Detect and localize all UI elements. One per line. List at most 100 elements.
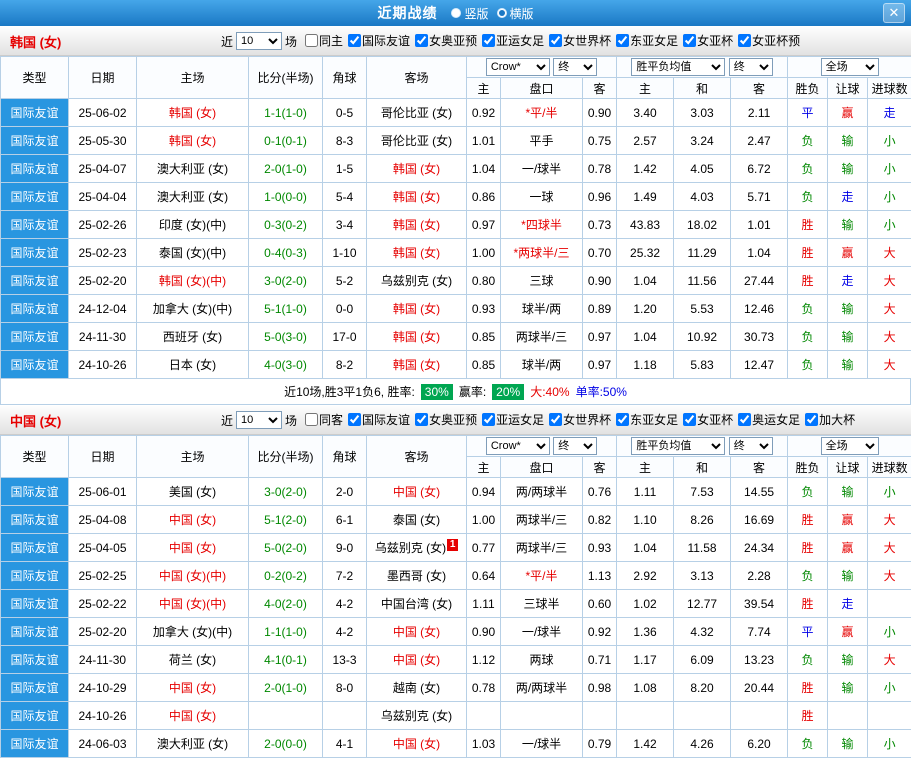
avg-away-cell: 13.23 <box>731 646 788 674</box>
score-cell: 1-0(0-0) <box>249 183 323 211</box>
filter-option[interactable]: 奥运女足 <box>738 411 800 428</box>
fulltime-select[interactable]: 全场 <box>821 437 879 455</box>
result-cell: 负 <box>788 183 828 211</box>
filter-option[interactable]: 亚运女足 <box>482 411 544 428</box>
handicap-cell: 一/球半 <box>501 618 583 646</box>
filter-checkbox[interactable] <box>616 413 629 426</box>
match-date: 25-02-20 <box>69 618 137 646</box>
col-header-date: 日期 <box>69 57 137 99</box>
match-type-cell: 国际友谊 <box>1 323 69 351</box>
avg-home-cell: 1.20 <box>617 295 674 323</box>
away-team: 韩国 (女) <box>367 351 467 379</box>
odds-final-select[interactable]: 终 <box>553 58 597 76</box>
handicap-result-cell: 输 <box>828 478 868 506</box>
filter-option[interactable]: 国际友谊 <box>348 32 410 49</box>
filter-option[interactable]: 女亚杯 <box>683 32 733 49</box>
handicap-result-cell: 走 <box>828 267 868 295</box>
filter-option[interactable]: 东亚女足 <box>616 411 678 428</box>
filter-checkbox[interactable] <box>482 34 495 47</box>
odds-group-header: Crow* 终 <box>467 57 617 78</box>
corner-cell: 9-0 <box>323 534 367 562</box>
match-row: 国际友谊 25-02-20 韩国 (女)(中) 3-0(2-0) 5-2 乌兹别… <box>1 267 911 295</box>
avg-draw-cell: 8.20 <box>674 674 731 702</box>
match-date: 25-04-04 <box>69 183 137 211</box>
filter-option[interactable]: 女奥亚预 <box>415 411 477 428</box>
home-team: 中国 (女)(中) <box>137 562 249 590</box>
layout-horizontal-option[interactable]: 横版 <box>497 5 534 22</box>
filter-option[interactable]: 加大杯 <box>805 411 855 428</box>
filter-option[interactable]: 女亚杯 <box>683 411 733 428</box>
match-type-cell: 国际友谊 <box>1 183 69 211</box>
odds-home-cell: 0.78 <box>467 674 501 702</box>
odds-company-select[interactable]: Crow* <box>486 58 550 76</box>
filter-option[interactable]: 国际友谊 <box>348 411 410 428</box>
away-team: 泰国 (女) <box>367 506 467 534</box>
filter-checkbox[interactable] <box>683 34 696 47</box>
corner-cell: 13-3 <box>323 646 367 674</box>
filter-option[interactable]: 同客 <box>305 411 343 428</box>
match-row: 国际友谊 25-04-04 澳大利亚 (女) 1-0(0-0) 5-4 韩国 (… <box>1 183 911 211</box>
avg-final-select[interactable]: 终 <box>729 437 773 455</box>
filter-option[interactable]: 亚运女足 <box>482 32 544 49</box>
home-team: 美国 (女) <box>137 478 249 506</box>
odds-final-select[interactable]: 终 <box>553 437 597 455</box>
home-team: 中国 (女) <box>137 506 249 534</box>
corner-cell: 4-1 <box>323 730 367 758</box>
score-cell: 0-3(0-2) <box>249 211 323 239</box>
handicap-result-cell: 输 <box>828 562 868 590</box>
filter-option[interactable]: 女奥亚预 <box>415 32 477 49</box>
filter-option[interactable]: 女亚杯预 <box>738 32 800 49</box>
filter-checkbox[interactable] <box>805 413 818 426</box>
filter-option[interactable]: 女世界杯 <box>549 411 611 428</box>
odds-away-cell: 0.70 <box>583 239 617 267</box>
odds-away-cell: 0.97 <box>583 323 617 351</box>
corner-cell: 0-0 <box>323 295 367 323</box>
filter-checkbox[interactable] <box>348 413 361 426</box>
odds-home-cell: 1.01 <box>467 127 501 155</box>
match-row: 国际友谊 24-11-30 西班牙 (女) 5-0(3-0) 17-0 韩国 (… <box>1 323 911 351</box>
col-header-avg-home: 主 <box>617 78 674 99</box>
team-title: 韩国 (女) <box>0 32 218 51</box>
match-type-cell: 国际友谊 <box>1 646 69 674</box>
filter-option[interactable]: 同主 <box>305 32 343 49</box>
filter-checkbox[interactable] <box>683 413 696 426</box>
filter-option[interactable]: 女世界杯 <box>549 32 611 49</box>
filter-checkbox[interactable] <box>616 34 629 47</box>
filter-checkbox[interactable] <box>415 413 428 426</box>
filter-checkbox[interactable] <box>348 34 361 47</box>
avg-final-select[interactable]: 终 <box>729 58 773 76</box>
goals-result-cell: 大 <box>868 267 911 295</box>
avg-away-cell: 12.46 <box>731 295 788 323</box>
away-team: 乌兹别克 (女) <box>367 267 467 295</box>
avg-away-cell: 1.04 <box>731 239 788 267</box>
match-row: 国际友谊 25-02-26 印度 (女)(中) 0-3(0-2) 3-4 韩国 … <box>1 211 911 239</box>
filter-checkbox[interactable] <box>549 413 562 426</box>
result-cell: 负 <box>788 127 828 155</box>
match-count-select[interactable]: 10 <box>236 32 282 50</box>
filter-option[interactable]: 东亚女足 <box>616 32 678 49</box>
avg-home-cell: 1.11 <box>617 478 674 506</box>
close-icon[interactable]: ✕ <box>883 3 905 23</box>
avg-odds-select[interactable]: 胜平负均值 <box>631 58 725 76</box>
filter-checkbox[interactable] <box>549 34 562 47</box>
match-count-select[interactable]: 10 <box>236 411 282 429</box>
match-type-cell: 国际友谊 <box>1 239 69 267</box>
filter-checkbox-label: 奥运女足 <box>752 411 800 428</box>
fulltime-select[interactable]: 全场 <box>821 58 879 76</box>
match-type-cell: 国际友谊 <box>1 351 69 379</box>
filter-checkbox[interactable] <box>305 34 318 47</box>
filter-checkbox[interactable] <box>415 34 428 47</box>
avg-draw-cell: 18.02 <box>674 211 731 239</box>
filter-checkbox[interactable] <box>305 413 318 426</box>
goals-result-cell: 大 <box>868 646 911 674</box>
avg-group-header: 胜平负均值 终 <box>617 57 788 78</box>
filter-checkbox[interactable] <box>738 34 751 47</box>
handicap-result-cell: 赢 <box>828 99 868 127</box>
match-date: 25-02-23 <box>69 239 137 267</box>
odds-company-select[interactable]: Crow* <box>486 437 550 455</box>
filter-checkbox[interactable] <box>738 413 751 426</box>
filter-checkbox[interactable] <box>482 413 495 426</box>
avg-odds-select[interactable]: 胜平负均值 <box>631 437 725 455</box>
layout-vertical-option[interactable]: 竖版 <box>451 5 488 22</box>
handicap-cell: 两球半/三 <box>501 534 583 562</box>
